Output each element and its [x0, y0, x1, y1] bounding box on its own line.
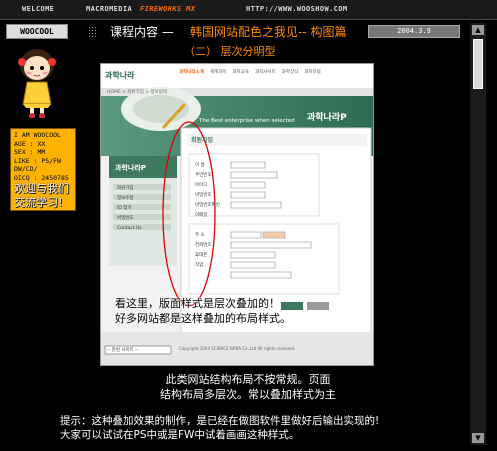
form-labels: 이 름 주민번호 아이디 비밀번호 비밀번호확인 이메일 — [195, 161, 220, 221]
nav-item[interactable]: 세계과학 — [210, 69, 227, 75]
site-url[interactable]: HTTP://WWW.WOOSHOW.COM — [246, 5, 348, 13]
sidebar-item[interactable]: ID 찾기 — [117, 204, 142, 214]
annotation-line: 看这里，版面样式是层次叠加的！ — [115, 297, 280, 310]
form-label: 이 름 — [195, 163, 205, 168]
sidebar-item[interactable]: 회원가입 — [117, 184, 142, 194]
site-nav: 과학나라소개 세계과학 과학교육 과학사이트 과학상식 과학포럼 — [179, 69, 373, 75]
profile-line: I AM WOOCOOL — [14, 131, 61, 139]
profile-line: AGE : XX — [14, 139, 46, 148]
caption: 此类网站结构布局不按常规。页面 结构布局多层次。常以叠加样式为主 — [148, 372, 348, 402]
vertical-scrollbar[interactable]: ▲ ▼ — [470, 23, 486, 445]
welcome-text: 欢迎与我们 — [14, 182, 69, 195]
sidebar-item[interactable]: Contact Us — [117, 224, 142, 234]
page-frame: WELCOME MACROMEDIA FIREWORKS MX HTTP://W… — [0, 0, 497, 451]
sidebar-item[interactable]: 정보수정 — [117, 194, 142, 204]
caption-line: 此类网站结构布局不按常规。页面 — [165, 373, 331, 386]
scroll-down-icon[interactable]: ▼ — [472, 433, 484, 443]
annotation-text: 看这里，版面样式是层次叠加的！ 好多网站都是这样叠加的布局样式。 — [115, 296, 291, 326]
sidebar-title: 과학나라P — [115, 164, 146, 172]
title-row: WOOCOOL 课程内容 — 韩国网站配色之我见-- 构图篇 2004.3.9 — [0, 21, 497, 43]
dots-icon — [88, 26, 98, 38]
top-bar: WELCOME MACROMEDIA FIREWORKS MX HTTP://W… — [0, 0, 497, 20]
welcome-label: WELCOME — [22, 5, 55, 13]
site-footer: Copyright 2004 SCIENCE NARA Co.,Ltd All … — [179, 346, 296, 351]
woocool-logo[interactable]: WOOCOOL — [6, 24, 68, 39]
tip-line: 大家可以试试在PS中或是FW中试着画画这种样式。 — [60, 429, 300, 441]
website-screenshot: 과학나라 과학나라소개 세계과학 과학교육 과학사이트 과학상식 과학포럼 HO… — [100, 63, 374, 366]
profile-line: SEX : MM — [14, 148, 46, 156]
form-label: 주 소 — [195, 233, 205, 238]
form-label: 이메일 — [195, 213, 208, 218]
sidebar-item[interactable]: 비밀번호 — [117, 214, 142, 224]
form-label: 비밀번호확인 — [195, 203, 220, 208]
sidebar-menu: 회원가입 정보수정 ID 찾기 비밀번호 Contact Us — [117, 184, 142, 234]
caption-line: 结构布局多层次。常以叠加样式为主 — [160, 388, 336, 401]
date-badge: 2004.3.9 — [368, 25, 460, 38]
annotation-line: 好多网站都是这样叠加的布局样式。 — [115, 312, 291, 325]
scroll-thumb[interactable] — [473, 39, 483, 89]
nav-item[interactable]: 과학나라소개 — [179, 69, 204, 75]
banner-brand: 과학나라P — [307, 113, 347, 123]
form-title: 회원가입 — [191, 137, 214, 144]
form-label: 비밀번호 — [195, 193, 212, 198]
profile-line: OICQ : 2450785 — [14, 173, 69, 182]
form-label: 아이디 — [195, 183, 208, 188]
welcome-text: 交流学习! — [14, 196, 63, 209]
banner-slogan: The Best enterprise when selected — [199, 118, 295, 124]
tip-line: 提示：这种叠加效果的制作，是已经在做图软件里做好后输出实现的! — [60, 415, 380, 427]
nav-item[interactable]: 과학포럼 — [304, 69, 321, 75]
scroll-up-icon[interactable]: ▲ — [472, 25, 484, 35]
form-label: 전화번호 — [195, 243, 212, 248]
form-label: 직업 — [195, 263, 204, 268]
course-label: 课程内容 — — [110, 25, 174, 39]
site-logo: 과학나라 — [105, 71, 135, 80]
macromedia-label: MACROMEDIA — [86, 5, 133, 13]
tip-text: 提示：这种叠加效果的制作，是已经在做图软件里做好后输出实现的! 大家可以试试在P… — [60, 414, 379, 442]
nav-item[interactable]: 과학사이트 — [255, 69, 276, 75]
profile-line: LIKE : PS/FW — [14, 156, 61, 165]
form-labels-2: 주 소 전화번호 휴대폰 직업 — [195, 231, 212, 271]
girl-avatar-icon — [18, 49, 56, 118]
nav-item[interactable]: 과학상식 — [282, 69, 299, 75]
form-label: 주민번호 — [195, 173, 212, 178]
form-label: 휴대폰 — [195, 253, 208, 258]
fireworks-label: FIREWORKS MX — [140, 5, 196, 13]
profile-line: DW/CD/ — [14, 165, 38, 173]
section-title: （二） 层次分明型 — [184, 45, 276, 58]
related-site-select[interactable]: -- 관련 사이트 -- — [107, 347, 139, 353]
nav-item[interactable]: 과학교육 — [232, 69, 249, 75]
lesson-title: 韩国网站配色之我见-- 构图篇 — [190, 25, 347, 39]
site-breadcrumb: HOME > 회원가입 > 정보입력 — [107, 90, 168, 95]
profile-card: I AM WOOCOOL AGE : XX SEX : MM LIKE : PS… — [10, 128, 76, 211]
